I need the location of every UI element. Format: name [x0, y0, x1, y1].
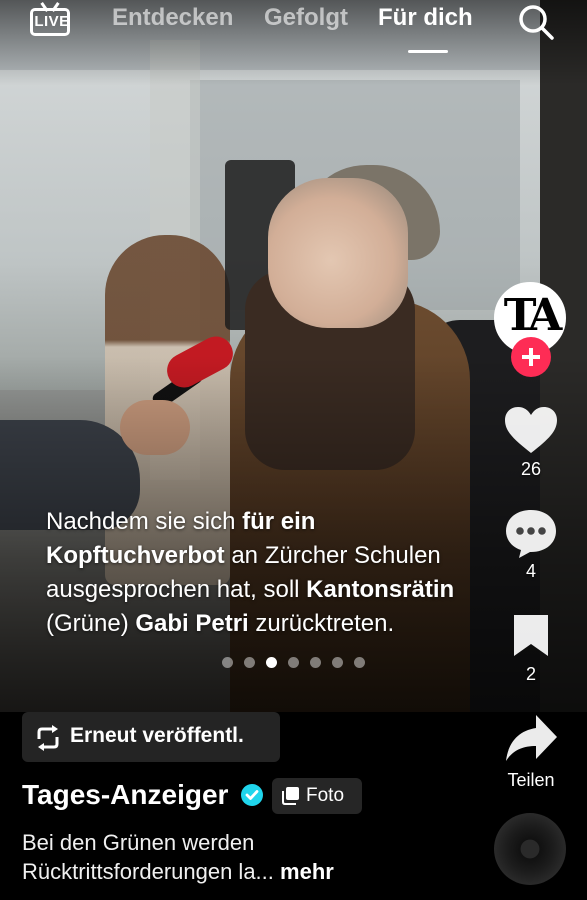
verified-badge [241, 784, 263, 806]
save-button[interactable]: 2 [496, 612, 566, 685]
caption-text: ausgesprochen hat, soll [46, 576, 307, 603]
save-count: 2 [525, 664, 536, 684]
caption-text: an Zürcher Schulen [224, 542, 441, 569]
active-tab-indicator [408, 50, 448, 53]
caption-text: zurücktreten. [248, 610, 395, 637]
caption-bold: Gabi Petri [135, 610, 249, 637]
search-icon [519, 5, 554, 40]
share-label: Teilen [507, 770, 555, 790]
post-description[interactable]: Bei den Grünen werden Rücktrittsforderun… [22, 828, 462, 886]
caption-bold: für ein [242, 508, 316, 535]
like-count: 26 [520, 459, 542, 479]
share-arrow-icon [506, 715, 557, 761]
caption-bold: Kopftuchverbot [46, 542, 225, 569]
bookmark-icon [514, 615, 548, 656]
repost-button[interactable]: Erneut veröffentl. [22, 712, 280, 762]
photo-stack-icon [282, 787, 299, 805]
media-type-label: Foto [306, 785, 345, 806]
carousel-dot [332, 657, 343, 668]
carousel-dot [244, 657, 255, 668]
caption-text: Nachdem sie sich [46, 508, 243, 535]
comment-icon [506, 510, 556, 558]
carousel-dot [266, 657, 277, 668]
live-label: LIVE [34, 13, 70, 30]
follow-button[interactable] [511, 337, 551, 377]
search-button[interactable] [516, 2, 556, 42]
tab-entdecken[interactable]: Entdecken [112, 4, 233, 32]
tab-fuer-dich[interactable]: Für dich [378, 4, 473, 32]
carousel-dot [310, 657, 321, 668]
heart-icon [505, 407, 557, 453]
carousel-dot [288, 657, 299, 668]
share-button[interactable] [496, 712, 566, 764]
more-link[interactable]: mehr [280, 859, 334, 884]
description-text: Bei den Grünen werden Rücktrittsforderun… [22, 830, 274, 884]
tab-gefolgt[interactable]: Gefolgt [264, 4, 348, 32]
music-disc[interactable] [494, 813, 566, 885]
media-type-badge: Foto [272, 778, 362, 814]
checkmark-icon [245, 790, 259, 800]
comment-count: 4 [525, 561, 536, 581]
author-monogram: TA [503, 290, 562, 341]
repost-icon [37, 725, 59, 751]
live-button[interactable]: LIVE [30, 2, 74, 38]
carousel-dot [222, 657, 233, 668]
top-navigation: LIVE Entdecken Gefolgt Für dich [0, 0, 587, 53]
post-caption: Nachdem sie sich für ein Kopftuchverbot … [46, 505, 526, 641]
caption-text: (Grüne) [46, 610, 136, 637]
carousel-dot [354, 657, 365, 668]
comment-button[interactable]: 4 [496, 507, 566, 582]
caption-bold: Kantonsrätin [306, 576, 455, 603]
repost-label: Erneut veröffentl. [70, 724, 244, 747]
like-button[interactable]: 26 [496, 405, 566, 480]
author-name[interactable]: Tages-Anzeiger [22, 779, 228, 811]
